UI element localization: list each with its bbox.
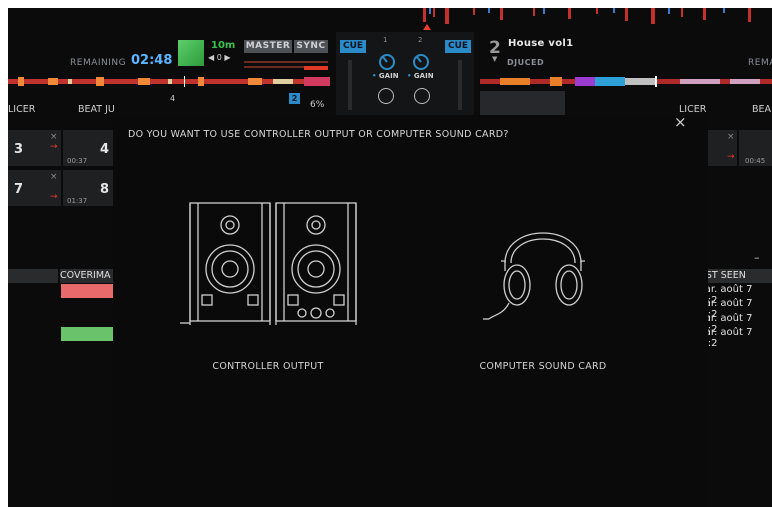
pad-number: 8: [100, 182, 110, 197]
output-selection-dialog: DO YOU WANT TO USE CONTROLLER OUTPUT OR …: [113, 113, 708, 507]
chevron-down-icon[interactable]: ▼: [492, 55, 497, 63]
arrow-right-icon: →: [50, 142, 58, 152]
tab-slicer-left[interactable]: LICER: [8, 104, 35, 115]
key-up-arrow-icon[interactable]: ▶: [224, 53, 230, 62]
pad-4-right[interactable]: 00:45: [739, 130, 772, 166]
pad-8[interactable]: 8 01:37: [63, 170, 113, 206]
vu-meter-right: [458, 60, 462, 110]
top-waveform-overview[interactable]: [393, 8, 772, 30]
close-dialog-button[interactable]: ×: [674, 113, 687, 131]
tab-beat-jump-left[interactable]: BEAT JU: [78, 104, 115, 115]
gain-label-2-text: GAIN: [413, 72, 434, 80]
pad-number: 7: [14, 182, 24, 197]
zoom-out-button[interactable]: –: [754, 251, 760, 264]
channel-1-label: 1: [383, 36, 388, 44]
tab-beat-jump-right[interactable]: BEA: [752, 104, 771, 115]
browser-left-header-bar: [8, 269, 58, 283]
pad-number: 3: [14, 142, 24, 157]
loop-length[interactable]: 10m: [211, 40, 235, 51]
channel-2-label: 2: [418, 36, 423, 44]
speakers-icon: [168, 195, 368, 339]
cue-button-right[interactable]: CUE: [445, 40, 471, 53]
cover-thumbnail[interactable]: [61, 284, 113, 298]
pad-time: 00:45: [745, 157, 766, 165]
pad-time: 00:37: [67, 157, 88, 165]
dialog-question: DO YOU WANT TO USE CONTROLLER OUTPUT OR …: [128, 129, 509, 140]
cover-thumbnail[interactable]: [61, 327, 113, 341]
right-deck-waveform[interactable]: [480, 72, 772, 87]
pad-time: 01:37: [67, 197, 88, 205]
cue-button-left[interactable]: CUE: [340, 40, 366, 53]
deck-number-badge[interactable]: 2: [289, 93, 300, 104]
controller-output-option[interactable]: CONTROLLER OUTPUT: [168, 195, 368, 415]
sync-button[interactable]: SYNC: [294, 40, 328, 53]
arrow-right-icon: →: [727, 152, 735, 162]
column-header-coverimage[interactable]: COVERIMA: [60, 269, 113, 283]
remaining-time: 02:48: [131, 53, 173, 68]
right-deck-control-strip: [480, 91, 565, 115]
headphones-icon: [483, 203, 603, 327]
track-artwork[interactable]: [178, 40, 204, 66]
pad-7[interactable]: 7 × →: [8, 170, 61, 206]
computer-sound-card-option[interactable]: COMPUTER SOUND CARD: [443, 195, 643, 415]
beat-marker: 4: [170, 94, 176, 103]
left-deck-waveform[interactable]: [8, 72, 330, 87]
eq-knob-2[interactable]: [414, 88, 430, 104]
remaining-label: REMAINING: [70, 58, 127, 68]
close-icon[interactable]: ×: [50, 172, 58, 182]
master-button[interactable]: MASTER: [244, 40, 292, 53]
djuced-app: REMAINING 02:48 10m ◀ 0 ▶ MASTER SYNC 4 …: [8, 8, 772, 507]
right-remaining-label: REMA: [748, 58, 772, 68]
gain-label-2: • GAIN: [407, 72, 434, 80]
key-offset-value: 0: [216, 53, 222, 62]
close-icon[interactable]: ×: [50, 132, 58, 142]
close-icon[interactable]: ×: [727, 132, 735, 142]
arrow-right-icon: →: [50, 192, 58, 202]
pad-4[interactable]: 4 00:37: [63, 130, 113, 166]
gain-label-1-text: GAIN: [378, 72, 399, 80]
pitch-percent: 6%: [310, 100, 325, 110]
key-shift-control[interactable]: ◀ 0 ▶: [208, 53, 231, 62]
pad-number: 4: [100, 142, 110, 157]
computer-sound-card-label: COMPUTER SOUND CARD: [479, 361, 607, 372]
key-down-arrow-icon[interactable]: ◀: [208, 53, 214, 62]
gain-label-1: • GAIN: [372, 72, 399, 80]
eq-knob-1[interactable]: [378, 88, 394, 104]
right-track-title: House vol1: [508, 38, 574, 49]
beat-grid-indicator: [244, 56, 328, 70]
right-track-artist: DJUCED: [507, 58, 545, 67]
controller-output-label: CONTROLLER OUTPUT: [212, 361, 324, 372]
pad-3[interactable]: 3 × →: [8, 130, 61, 166]
vu-meter-left: [348, 60, 352, 110]
